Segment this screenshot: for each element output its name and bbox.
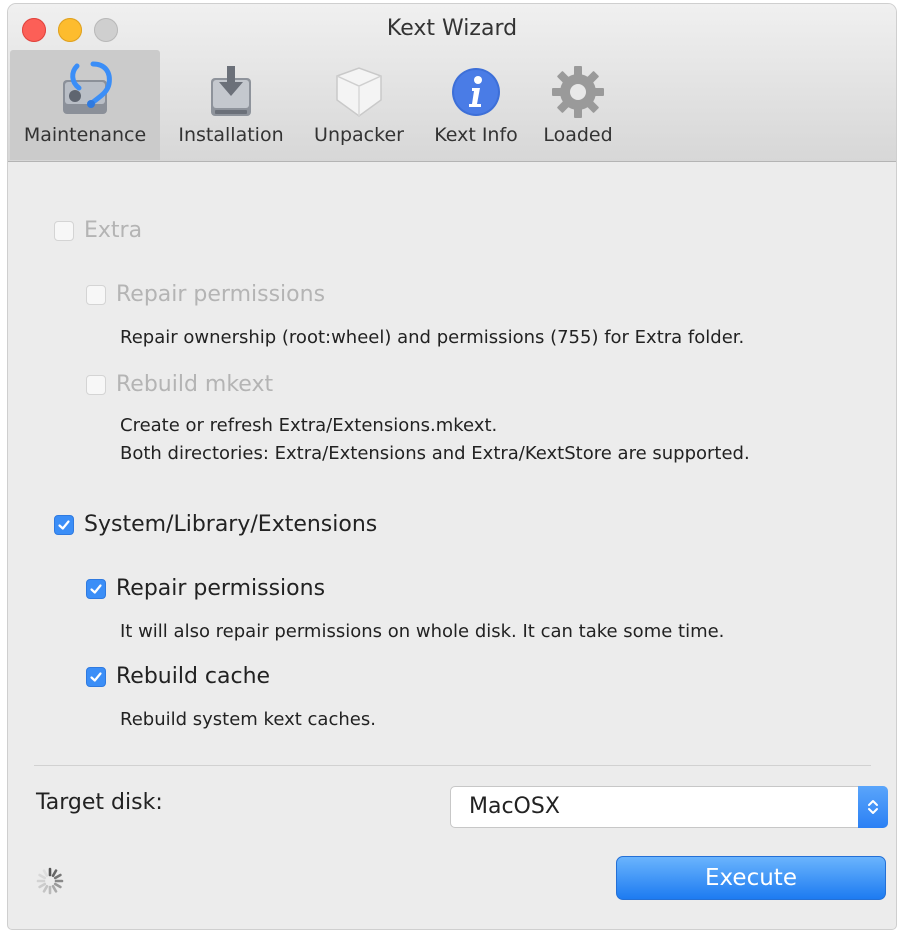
extra-rebuild-mkext-label: Rebuild mkext (116, 372, 274, 397)
target-disk-value: MacOSX (469, 794, 560, 819)
checkmark-icon (90, 583, 102, 594)
extra-repair-permissions-row[interactable]: Repair permissions (86, 282, 325, 307)
tab-kext-info-label: Kext Info (434, 124, 518, 146)
spinner-icon (36, 867, 64, 895)
extra-repair-permissions-label: Repair permissions (116, 282, 326, 307)
app-window: Kext Wizard Maintenance Installation Unp… (8, 4, 896, 929)
extra-checkbox-row[interactable]: Extra (54, 218, 142, 243)
extra-rebuild-mkext-description-1: Create or refresh Extra/Extensions.mkext… (120, 415, 498, 436)
sle-repair-permissions-description: It will also repair permissions on whole… (120, 621, 725, 642)
extra-rebuild-mkext-row[interactable]: Rebuild mkext (86, 372, 273, 397)
title-bar: Kext Wizard Maintenance Installation Unp… (8, 4, 896, 162)
target-disk-select[interactable]: MacOSX (450, 786, 888, 828)
tab-loaded-label: Loaded (543, 124, 613, 146)
sle-rebuild-cache-description: Rebuild system kext caches. (120, 709, 376, 730)
sle-rebuild-cache-checkbox[interactable] (86, 666, 106, 687)
target-disk-label: Target disk: (36, 790, 163, 815)
unpacker-icon (336, 67, 382, 117)
separator (34, 765, 871, 766)
checkmark-icon (58, 519, 70, 530)
sle-checkbox-row[interactable]: System/Library/Extensions (54, 512, 377, 537)
extra-rebuild-mkext-checkbox[interactable] (86, 374, 106, 395)
execute-button[interactable]: Execute (616, 856, 886, 900)
sle-label: System/Library/Extensions (84, 512, 378, 537)
maintenance-panel: Extra Repair permissions Repair ownershi… (8, 162, 896, 929)
tab-unpacker[interactable]: Unpacker (302, 50, 416, 160)
gear-icon (552, 66, 604, 118)
extra-checkbox[interactable] (54, 220, 74, 241)
extra-repair-permissions-checkbox[interactable] (86, 284, 106, 305)
tab-unpacker-label: Unpacker (314, 124, 404, 146)
window-title: Kext Wizard (386, 16, 518, 41)
sle-repair-permissions-row[interactable]: Repair permissions (86, 576, 325, 601)
sle-repair-permissions-label: Repair permissions (116, 576, 326, 601)
tab-kext-info[interactable]: Kext Info (422, 50, 530, 160)
checkmark-icon (90, 671, 102, 682)
extra-repair-permissions-description: Repair ownership (root:wheel) and permis… (120, 327, 745, 348)
info-icon (452, 68, 500, 116)
tab-maintenance[interactable]: Maintenance (10, 50, 160, 160)
tab-installation-label: Installation (178, 124, 284, 146)
sle-rebuild-cache-row[interactable]: Rebuild cache (86, 664, 270, 689)
select-arrows-icon (858, 786, 888, 828)
maintenance-icon (63, 61, 112, 114)
tab-loaded[interactable]: Loaded (534, 50, 622, 160)
tab-maintenance-label: Maintenance (23, 124, 147, 146)
sle-repair-permissions-checkbox[interactable] (86, 578, 106, 599)
tab-installation[interactable]: Installation (166, 50, 296, 160)
sle-checkbox[interactable] (54, 514, 74, 535)
sle-rebuild-cache-label: Rebuild cache (116, 664, 271, 689)
installation-icon (211, 66, 251, 116)
extra-label: Extra (84, 218, 143, 243)
extra-rebuild-mkext-description-2: Both directories: Extra/Extensions and E… (120, 443, 750, 464)
